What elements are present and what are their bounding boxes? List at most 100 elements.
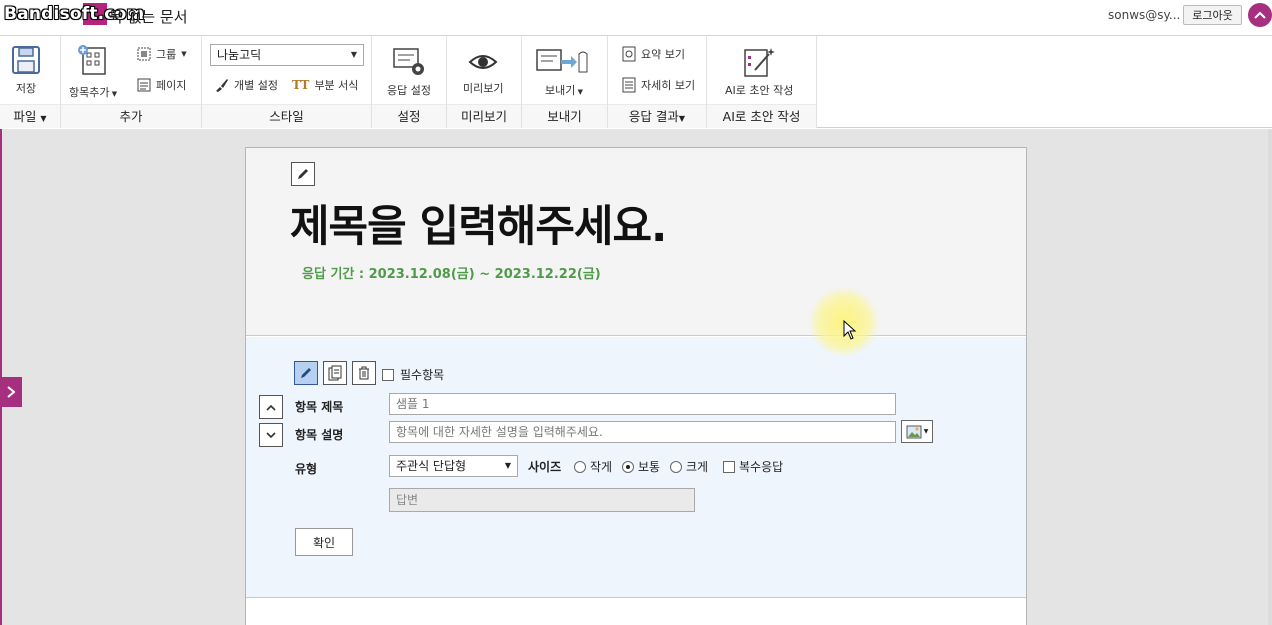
chevron-down-icon: ▼ <box>350 50 357 59</box>
item-title-label: 항목 제목 <box>295 400 344 414</box>
collapse-ribbon-button[interactable] <box>1248 3 1272 27</box>
partial-format-label: 부분 서식 <box>314 79 359 92</box>
editor-workspace[interactable]: 제목을 입력해주세요. 응답 기간 : 2023.12.08(금) ~ 2023… <box>0 129 1272 625</box>
required-checkbox[interactable] <box>382 368 394 381</box>
pencil-icon <box>301 368 311 378</box>
page-button[interactable]: 페이지 <box>137 77 186 93</box>
chevron-down-icon: ▼ <box>181 50 187 58</box>
ai-draft-button[interactable]: AI로 초안 작성 <box>725 46 793 98</box>
chevron-right-icon <box>7 386 15 398</box>
export-icon <box>536 49 588 73</box>
insert-image-button[interactable]: ▼ <box>901 420 933 443</box>
size-normal-option[interactable]: 보통 <box>622 458 660 475</box>
required-option[interactable]: 필수항목 <box>382 366 444 383</box>
save-label: 저장 <box>15 82 37 95</box>
chevron-down-icon: ▼ <box>504 461 511 470</box>
preview-label: 미리보기 <box>463 82 504 95</box>
save-button[interactable]: 저장 <box>10 44 42 96</box>
user-email: sonws@sy... <box>1108 8 1181 22</box>
size-normal-label: 보통 <box>638 460 661 474</box>
response-period: 응답 기간 : 2023.12.08(금) ~ 2023.12.22(금) <box>302 267 601 282</box>
copy-question-button[interactable] <box>323 361 347 385</box>
brush-icon <box>216 79 228 92</box>
save-icon <box>12 46 40 74</box>
group-button[interactable]: 그룹 ▼ <box>137 46 187 62</box>
results-group-label: 응답 결과 <box>628 109 679 124</box>
export-group: 보내기 ▼ 보내기 <box>522 36 608 128</box>
summary-icon <box>622 46 636 62</box>
edit-header-button[interactable] <box>291 162 315 186</box>
detail-icon <box>622 77 636 93</box>
delete-question-button[interactable] <box>352 361 376 385</box>
edit-question-button[interactable] <box>294 361 318 385</box>
preview-group-label: 미리보기 <box>447 104 521 128</box>
add-item-label: 항목추가 <box>69 86 110 99</box>
confirm-button[interactable]: 확인 <box>295 528 353 556</box>
add-item-button[interactable]: 항목추가 ▼ <box>69 44 117 100</box>
size-small-radio[interactable] <box>574 460 586 473</box>
form-title[interactable]: 제목을 입력해주세요. <box>290 192 667 254</box>
response-settings-label: 응답 설정 <box>387 84 431 97</box>
export-button[interactable]: 보내기 ▼ <box>535 46 593 98</box>
ai-group: AI로 초안 작성 AI로 초안 작성 <box>707 36 817 128</box>
chevron-down-icon: ▼ <box>109 90 118 98</box>
chevron-down-icon <box>266 431 276 438</box>
individual-setting-label: 개별 설정 <box>234 79 278 92</box>
size-small-option[interactable]: 작게 <box>574 458 612 475</box>
type-label: 유형 <box>295 462 318 476</box>
chevron-down-icon: ▼ <box>678 114 686 123</box>
size-small-label: 작게 <box>590 460 613 474</box>
item-desc-label: 항목 설명 <box>295 428 344 442</box>
file-group-label: 파일 <box>13 109 37 124</box>
multi-answer-checkbox[interactable] <box>723 460 735 473</box>
size-normal-radio[interactable] <box>622 460 634 473</box>
pencil-icon <box>298 169 308 179</box>
answer-preview: 답변 <box>389 488 695 512</box>
chevron-up-icon <box>266 404 276 411</box>
individual-setting-button[interactable]: 개별 설정 <box>213 77 278 93</box>
move-up-button[interactable] <box>259 395 283 419</box>
copy-icon <box>328 365 342 381</box>
move-down-button[interactable] <box>259 423 283 447</box>
ai-group-label: AI로 초안 작성 <box>707 104 816 128</box>
results-menu[interactable]: 응답 결과▼ <box>608 104 706 128</box>
size-label: 사이즈 <box>528 460 562 474</box>
type-value: 주관식 단답형 <box>396 459 467 473</box>
results-group: 요약 보기 자세히 보기 응답 결과▼ <box>608 36 707 128</box>
vertical-scrollbar[interactable] <box>1268 129 1272 625</box>
size-large-radio[interactable] <box>670 460 682 473</box>
partial-format-button[interactable]: TT 부분 서식 <box>292 77 358 93</box>
text-format-icon: TT <box>292 78 310 92</box>
preview-button[interactable]: 미리보기 <box>463 48 503 96</box>
add-group: 항목추가 ▼ 그룹 ▼ 페이지 추가 <box>61 36 202 128</box>
item-title-input[interactable]: 샘플 1 <box>389 393 896 415</box>
ai-draft-icon <box>744 48 776 77</box>
multi-answer-option[interactable]: 복수응답 <box>723 458 783 475</box>
form-document: 제목을 입력해주세요. 응답 기간 : 2023.12.08(금) ~ 2023… <box>245 147 1027 625</box>
summary-view-button[interactable]: 요약 보기 <box>622 46 685 62</box>
page-label: 페이지 <box>156 79 187 92</box>
group-label-text: 그룹 <box>156 48 177 61</box>
style-group-label: 스타일 <box>202 104 371 128</box>
font-value: 나눔고딕 <box>217 48 262 62</box>
chevron-up-icon <box>1254 11 1266 19</box>
response-settings-button[interactable]: 응답 설정 <box>387 46 431 98</box>
summary-view-label: 요약 보기 <box>641 48 685 61</box>
ai-draft-label: AI로 초안 작성 <box>725 84 794 97</box>
file-menu[interactable]: 파일 ▼ <box>0 104 60 128</box>
title-bar: Bandisoft.com 목 없는 문서 sonws@sy... 로그아웃 <box>0 0 1272 36</box>
side-panel-toggle[interactable] <box>0 377 22 407</box>
question-editor: 필수항목 항목 제목 샘플 1 항목 설명 항목에 대한 자세한 설명을 입력해… <box>246 337 1026 598</box>
chevron-down-icon: ▼ <box>575 88 583 96</box>
type-select[interactable]: 주관식 단답형 ▼ <box>389 455 518 477</box>
export-label: 보내기 <box>545 84 576 97</box>
size-large-option[interactable]: 크게 <box>670 458 708 475</box>
detail-view-button[interactable]: 자세히 보기 <box>622 77 695 93</box>
add-item-icon <box>78 45 106 75</box>
settings-icon <box>393 48 424 75</box>
chevron-down-icon: ▼ <box>40 114 47 123</box>
logout-button[interactable]: 로그아웃 <box>1183 5 1242 25</box>
file-group: 저장 파일 ▼ <box>0 36 61 128</box>
item-desc-input[interactable]: 항목에 대한 자세한 설명을 입력해주세요. <box>389 421 896 443</box>
font-select[interactable]: 나눔고딕 ▼ <box>210 44 364 66</box>
